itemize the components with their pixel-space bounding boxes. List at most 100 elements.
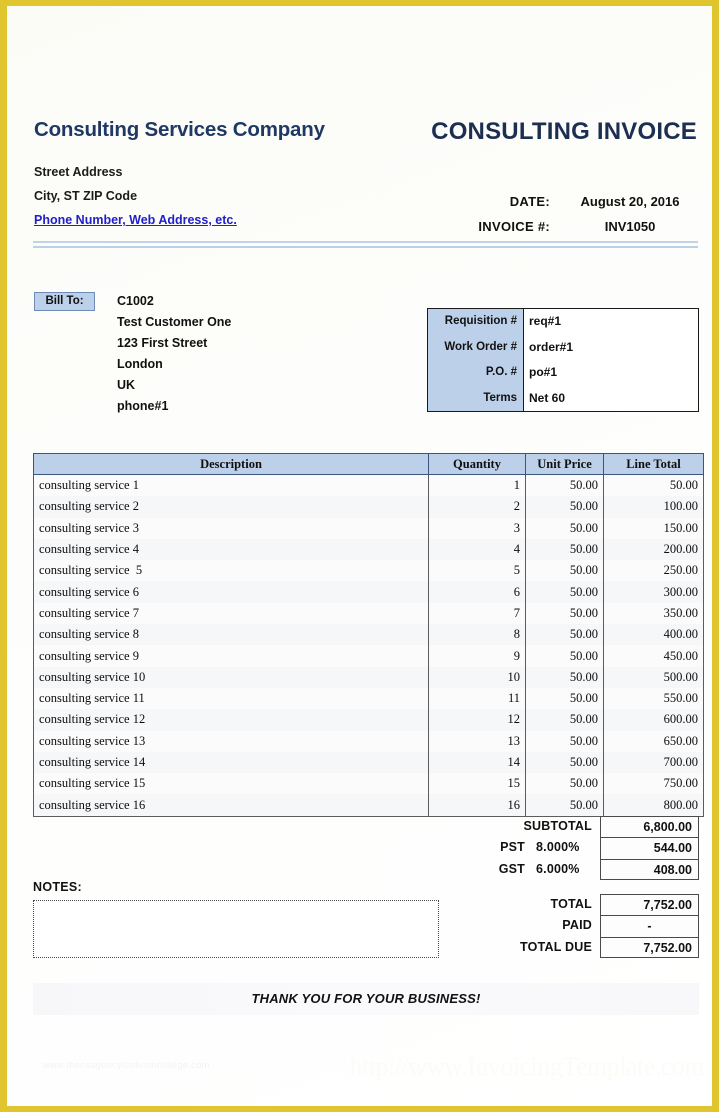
item-unit-price: 50.00: [525, 687, 604, 710]
item-line-total: 300.00: [603, 581, 704, 603]
item-line-total: 450.00: [603, 645, 704, 667]
item-unit-price: 50.00: [525, 581, 604, 603]
table-row[interactable]: consulting service 4 4 50.00 200.00: [33, 538, 704, 561]
bill-to-line: phone#1: [117, 399, 169, 413]
summary-value: -: [600, 915, 699, 937]
table-row[interactable]: consulting service 14 14 50.00 700.00: [33, 751, 704, 774]
bill-to-line: Test Customer One: [117, 315, 232, 329]
summary-row: PAID -: [417, 915, 699, 937]
item-quantity: 16: [428, 794, 526, 817]
invoice-number-row: INVOICE #: INV1050: [426, 219, 696, 240]
invoice-page: Consulting Services Company CONSULTING I…: [0, 0, 719, 1112]
invoice-sheet: Consulting Services Company CONSULTING I…: [7, 6, 712, 1106]
table-row[interactable]: consulting service 6 6 50.00 300.00: [33, 581, 704, 603]
item-unit-price: 50.00: [525, 474, 604, 497]
column-header-line-total: Line Total: [603, 453, 704, 475]
summary-subtotal-taxes: SUBTOTAL 6,800.00 PST 8.000% 544.00 GST 6.000%…: [417, 816, 699, 880]
table-row[interactable]: consulting service 11 11 50.00 550.00: [33, 687, 704, 710]
invoice-date-label: DATE:: [509, 194, 550, 209]
item-quantity: 3: [428, 517, 526, 539]
header-divider-lower: [33, 246, 698, 248]
item-line-total: 100.00: [603, 496, 704, 518]
summary-rate-text: 6.000%: [536, 861, 580, 876]
item-unit-price: 50.00: [525, 709, 604, 731]
item-unit-price: 50.00: [525, 560, 604, 582]
bill-to-label: Bill To:: [34, 292, 95, 311]
item-unit-price: 50.00: [525, 645, 604, 667]
company-address-line-2: City, ST ZIP Code: [34, 189, 138, 203]
invoice-header: Consulting Services Company CONSULTING I…: [21, 118, 698, 240]
summary-label-text: SUBTOTAL: [523, 819, 592, 833]
item-quantity: 11: [428, 687, 526, 710]
summary-value: 6,800.00: [600, 816, 699, 838]
bill-to-line: London: [117, 357, 163, 371]
reference-value: req#1: [529, 314, 562, 328]
summary-label-text: PST: [500, 840, 525, 855]
summary-label: PAID: [417, 915, 599, 936]
item-description: consulting service 4: [33, 538, 429, 561]
bill-to-line: 123 First Street: [117, 336, 208, 350]
summary-label-text: GST: [498, 861, 525, 876]
summary-label: TOTAL: [417, 894, 599, 915]
notes-input[interactable]: [33, 900, 439, 958]
item-line-total: 550.00: [603, 687, 704, 710]
reference-label: Terms: [483, 391, 517, 404]
item-unit-price: 50.00: [525, 624, 604, 646]
table-row[interactable]: consulting service 15 15 50.00 750.00: [33, 773, 704, 795]
summary-label: TOTAL DUE: [417, 937, 599, 958]
item-quantity: 1: [428, 474, 526, 497]
table-row[interactable]: consulting service 3 3 50.00 150.00: [33, 517, 704, 539]
item-description: consulting service 13: [33, 730, 429, 752]
line-items-header: Description Quantity Unit Price Line Tot…: [33, 453, 704, 475]
table-row[interactable]: consulting service 8 8 50.00 400.00: [33, 624, 704, 646]
item-quantity: 9: [428, 645, 526, 667]
item-description: consulting service 2: [33, 496, 429, 518]
notes-label: NOTES:: [33, 880, 83, 894]
line-items-table: Description Quantity Unit Price Line Tot…: [33, 453, 704, 817]
item-quantity: 15: [428, 773, 526, 795]
bill-to-line: C1002: [117, 294, 154, 308]
item-line-total: 600.00: [603, 709, 704, 731]
table-row[interactable]: consulting service 9 9 50.00 450.00: [33, 645, 704, 667]
item-line-total: 200.00: [603, 538, 704, 561]
reference-value: po#1: [529, 365, 558, 379]
item-quantity: 10: [428, 666, 526, 688]
bill-to-address-block: C1002 Test Customer One 123 First Street Lo…: [117, 291, 407, 417]
table-row[interactable]: consulting service 16 16 50.00 800.00: [33, 794, 704, 817]
item-line-total: 50.00: [603, 474, 704, 497]
summary-value: 408.00: [600, 858, 699, 880]
invoice-number-label: INVOICE #:: [478, 219, 550, 234]
item-quantity: 7: [428, 602, 526, 625]
summary-label: GST 6.000%: [417, 859, 599, 880]
column-header-description: Description: [33, 453, 429, 475]
item-line-total: 350.00: [603, 602, 704, 625]
reference-label: Requisition #: [444, 315, 517, 327]
summary-row: SUBTOTAL 6,800.00: [417, 816, 699, 838]
item-unit-price: 50.00: [525, 751, 604, 774]
column-header-unit-price: Unit Price: [525, 453, 604, 475]
table-row[interactable]: consulting service 12 12 50.00 600.00: [33, 709, 704, 731]
item-quantity: 5: [428, 560, 526, 582]
table-row[interactable]: consulting service 2 2 50.00 100.00: [33, 496, 704, 518]
summary-value: 7,752.00: [600, 936, 699, 958]
item-description: consulting service 15: [33, 773, 429, 795]
item-quantity: 6: [428, 581, 526, 603]
invoice-date-row: DATE: August 20, 2016: [426, 194, 696, 215]
watermark-left: www.thecsagency/columncollege.com: [43, 1060, 210, 1071]
item-line-total: 750.00: [603, 773, 704, 795]
item-description: consulting service 10: [33, 666, 429, 688]
reference-value: Net 60: [529, 390, 566, 405]
line-items-body: consulting service 1 1 50.00 50.00 consultin…: [33, 474, 704, 817]
item-unit-price: 50.00: [525, 517, 604, 539]
summary-label-text: TOTAL DUE: [520, 939, 592, 954]
table-row[interactable]: consulting service 10 10 50.00 500.00: [33, 666, 704, 688]
table-row[interactable]: consulting service 5 5 50.00 250.00: [33, 560, 704, 582]
table-row[interactable]: consulting service 1 1 50.00 50.00: [33, 474, 704, 497]
item-quantity: 14: [428, 751, 526, 774]
table-row[interactable]: consulting service 7 7 50.00 350.00: [33, 602, 704, 625]
item-quantity: 4: [428, 538, 526, 561]
company-name: Consulting Services Company: [34, 118, 325, 141]
table-row[interactable]: consulting service 13 13 50.00 650.00: [33, 730, 704, 752]
item-unit-price: 50.00: [525, 773, 604, 795]
company-contact-link[interactable]: Phone Number, Web Address, etc.: [34, 213, 237, 227]
